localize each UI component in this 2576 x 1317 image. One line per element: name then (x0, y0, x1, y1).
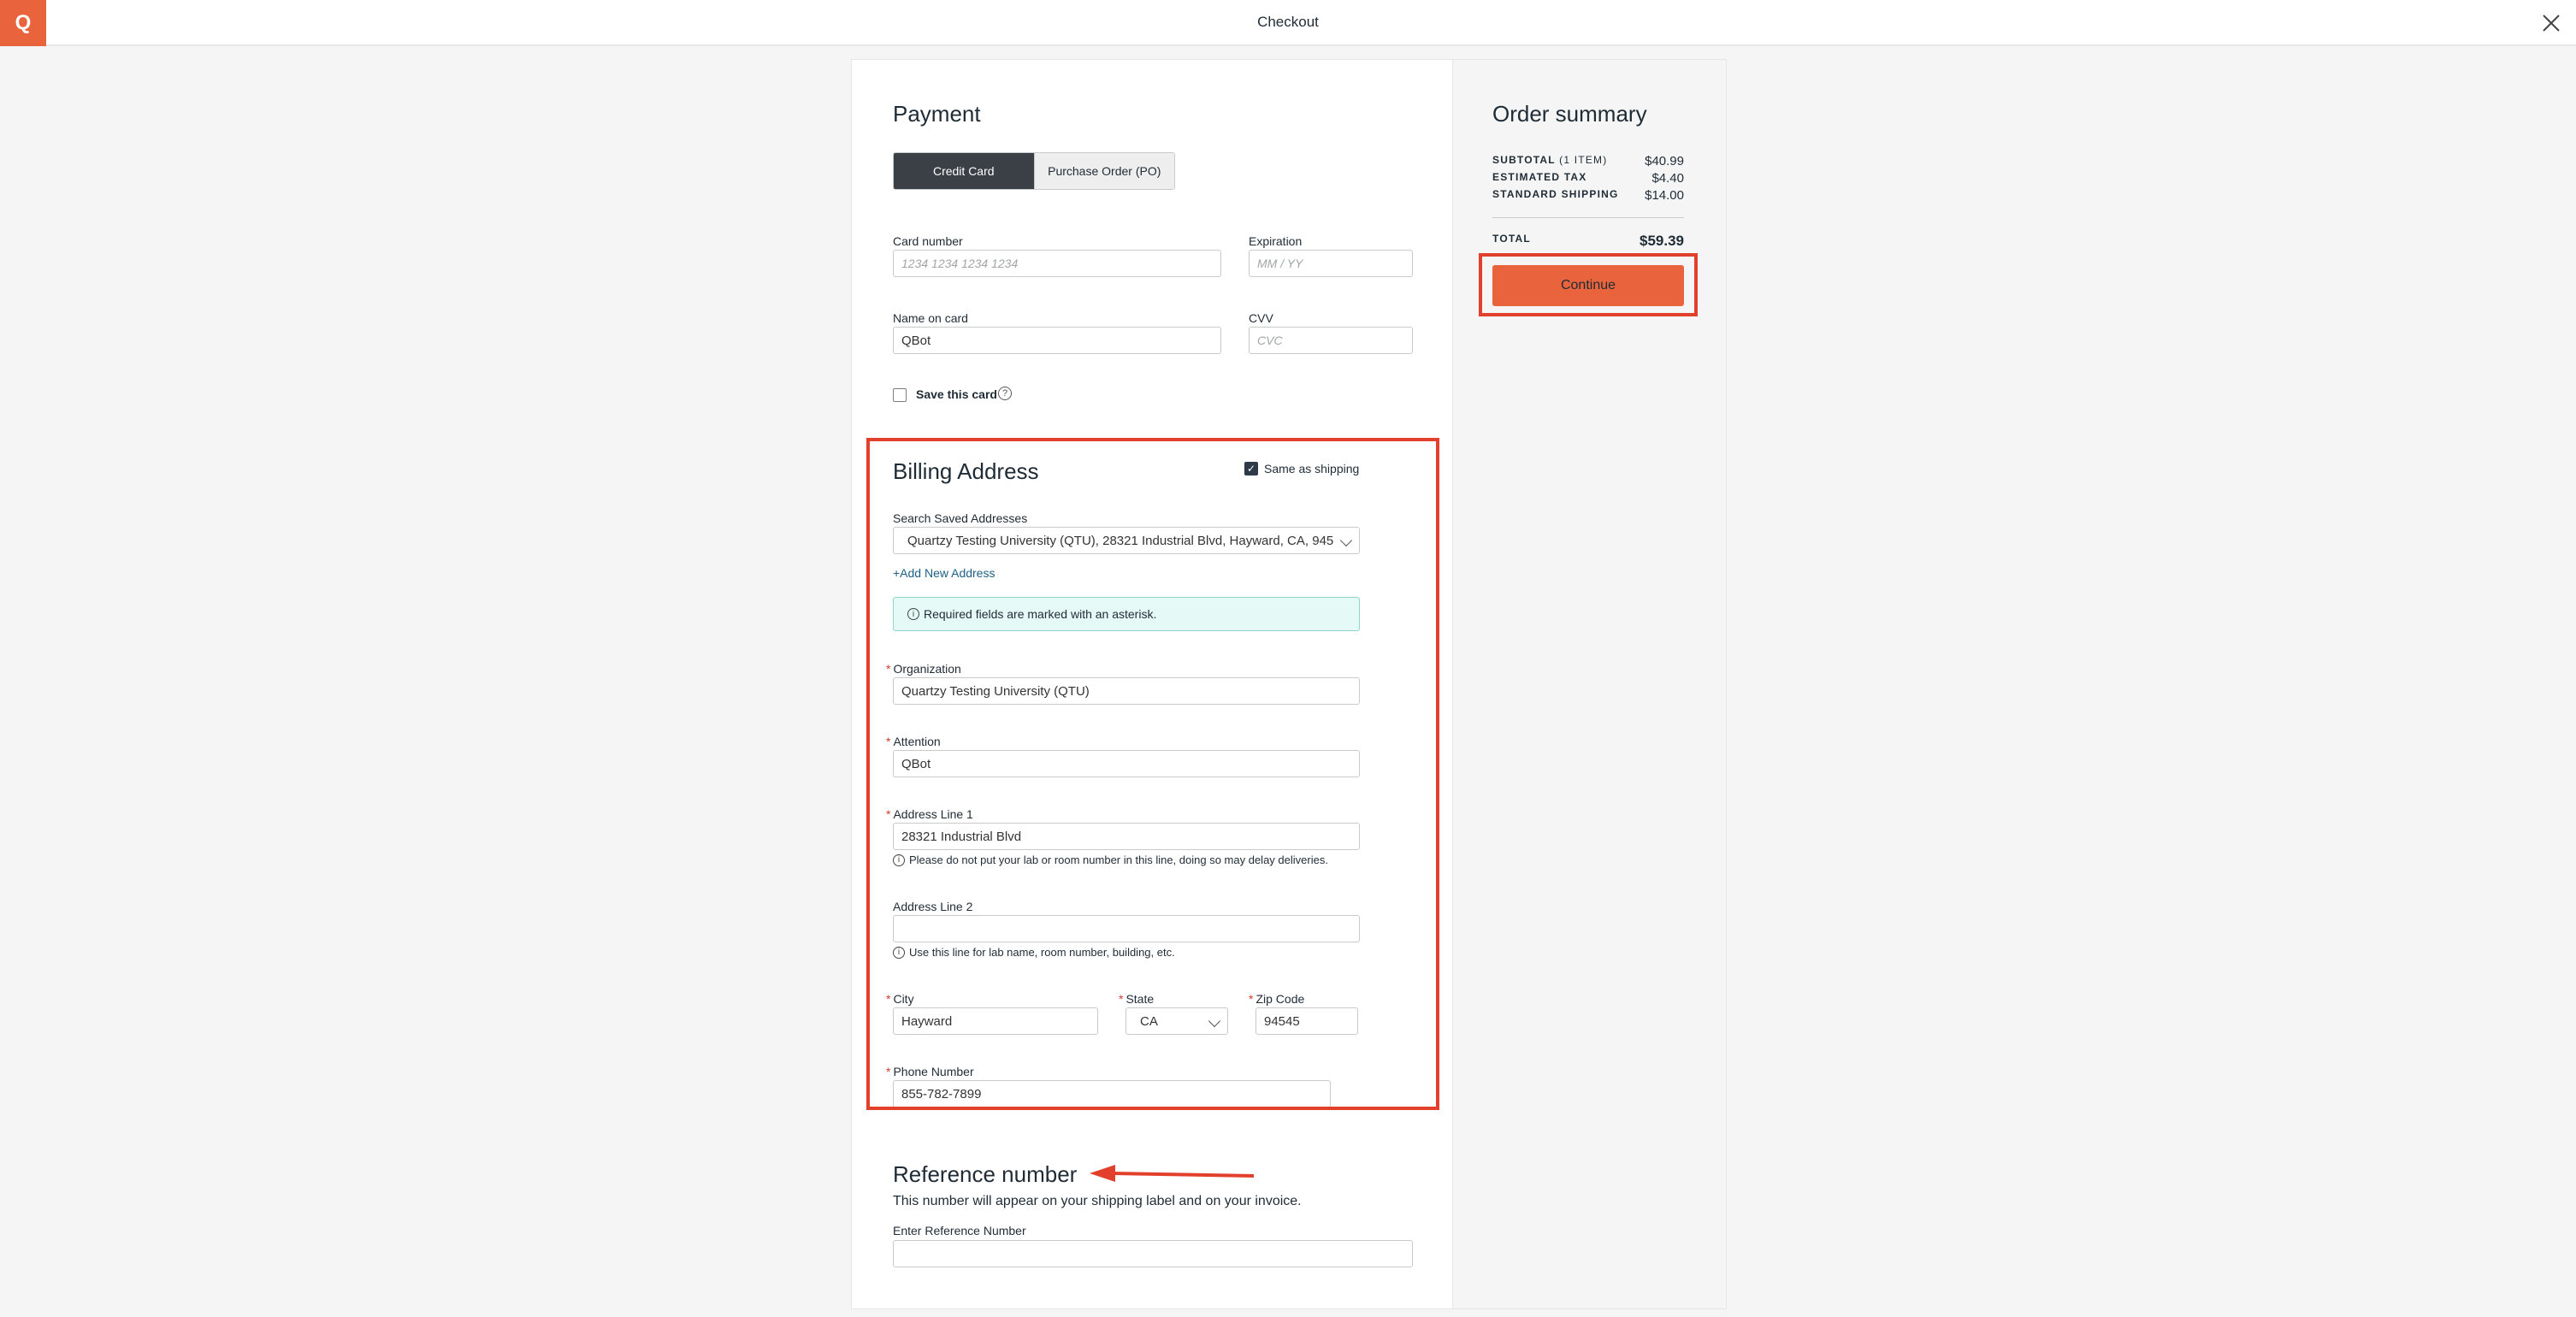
billing-address-highlight (866, 438, 1439, 1110)
tab-credit-card[interactable]: Credit Card (894, 153, 1034, 189)
tab-purchase-order[interactable]: Purchase Order (PO) (1033, 153, 1174, 189)
subtotal-row: SUBTOTAL (1 ITEM) $40.99 (1492, 154, 1684, 168)
continue-button-highlight (1479, 253, 1698, 316)
order-summary-heading: Order summary (1492, 101, 1647, 127)
close-button[interactable] (2538, 10, 2564, 36)
top-bar: Q Checkout (0, 0, 2576, 46)
reference-description: This number will appear on your shipping… (893, 1194, 1302, 1208)
expiration-label: Expiration (1249, 234, 1303, 248)
reference-number-heading: Reference number (893, 1161, 1078, 1187)
shipping-label: STANDARD SHIPPING (1492, 188, 1619, 200)
card-number-input[interactable]: 1234 1234 1234 1234 (893, 250, 1221, 277)
annotation-arrow-icon (1090, 1165, 1255, 1182)
tax-label: ESTIMATED TAX (1492, 171, 1587, 183)
payment-heading: Payment (893, 101, 981, 127)
cvv-label: CVV (1249, 311, 1273, 325)
reference-number-input[interactable] (893, 1240, 1413, 1267)
reference-field-label: Enter Reference Number (893, 1224, 1026, 1237)
tax-value: $4.40 (1651, 171, 1684, 186)
page-title: Checkout (1257, 14, 1319, 30)
save-card-label: Save this card (916, 387, 997, 401)
subtotal-label: SUBTOTAL (1 ITEM) (1492, 154, 1607, 168)
tax-row: ESTIMATED TAX $4.40 (1492, 171, 1684, 186)
order-summary-panel: Order summary SUBTOTAL (1 ITEM) $40.99 E… (1453, 59, 1727, 1309)
payment-method-tabs: Credit Card Purchase Order (PO) (893, 152, 1175, 190)
shipping-row: STANDARD SHIPPING $14.00 (1492, 188, 1684, 203)
subtotal-label-text: SUBTOTAL (1492, 154, 1556, 166)
subtotal-value: $40.99 (1645, 154, 1684, 168)
total-value: $59.39 (1640, 233, 1684, 249)
summary-divider (1492, 217, 1684, 218)
expiration-input[interactable]: MM / YY (1249, 250, 1413, 277)
shipping-value: $14.00 (1645, 188, 1684, 203)
name-on-card-input[interactable]: QBot (893, 327, 1221, 354)
close-icon (2543, 15, 2560, 32)
name-on-card-label: Name on card (893, 311, 968, 325)
save-card-checkbox[interactable] (893, 388, 907, 402)
total-row: TOTAL $59.39 (1492, 233, 1684, 250)
help-icon[interactable]: ? (998, 387, 1012, 400)
cvv-input[interactable]: CVC (1249, 327, 1413, 354)
subtotal-items: (1 ITEM) (1559, 154, 1608, 166)
total-label: TOTAL (1492, 233, 1531, 245)
card-number-label: Card number (893, 234, 963, 248)
